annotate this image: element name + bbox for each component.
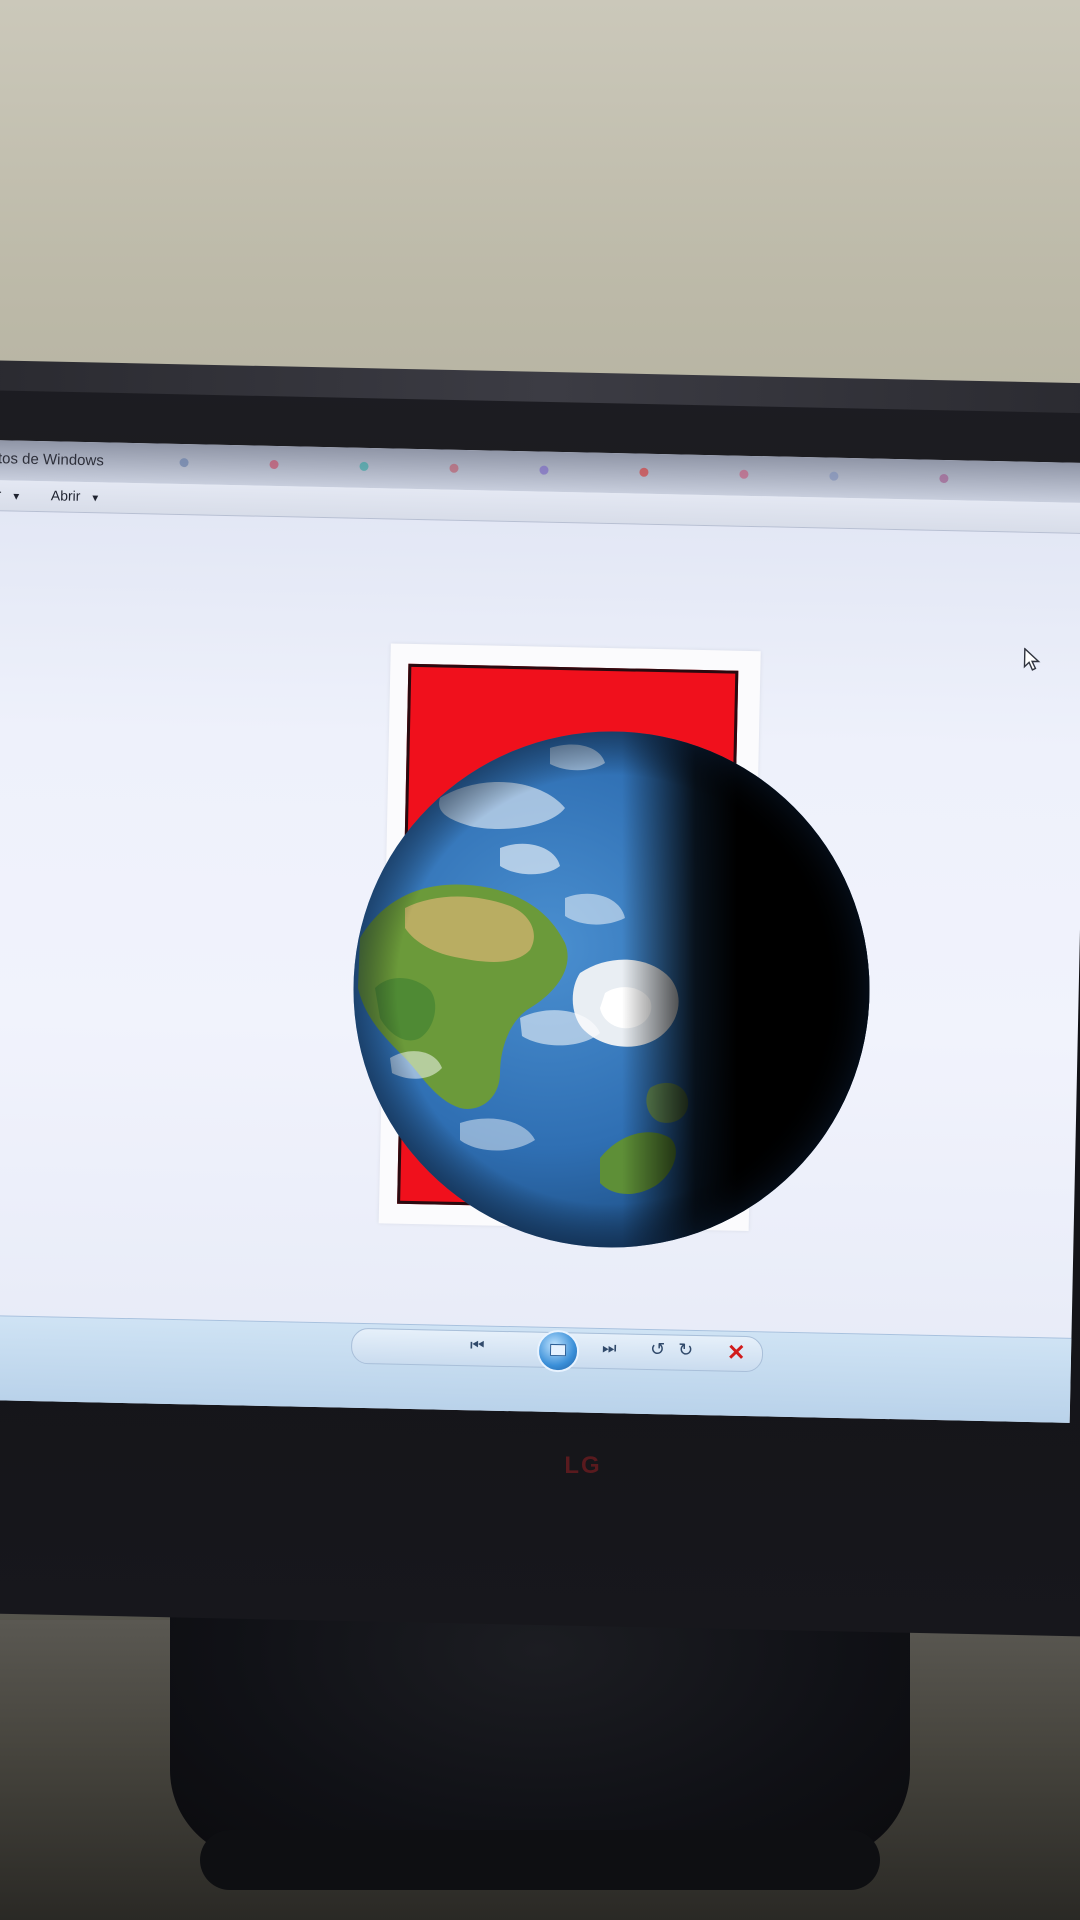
rotate-clockwise-icon[interactable]: ↻ <box>678 1340 694 1360</box>
tray-dot <box>939 473 949 484</box>
rotate-counterclockwise-icon[interactable]: ↺ <box>650 1339 666 1359</box>
tray-dot <box>269 459 279 470</box>
monitor-brand-logo: LG <box>564 1452 602 1479</box>
menu-item-label: Abrir <box>50 487 81 504</box>
monitor-stand-base <box>200 1830 880 1890</box>
mouse-cursor-icon <box>1023 647 1041 671</box>
tray-dot <box>639 467 649 477</box>
slideshow-play-button[interactable] <box>536 1329 580 1373</box>
menu-item-label: ar <box>0 486 1 502</box>
menu-item-open[interactable]: Abrir ▼ <box>51 487 101 504</box>
navigation-pill: ⏮ ⏭ ↺ ↻ ✕ <box>350 1327 764 1373</box>
titlebar-tray-icons <box>179 457 1079 487</box>
tray-dot <box>449 463 459 473</box>
tray-dot <box>539 465 549 475</box>
chevron-down-icon: ▼ <box>90 493 101 505</box>
ar-earth-globe <box>353 731 870 1248</box>
tray-dot <box>359 461 369 471</box>
slideshow-play-icon <box>549 1343 567 1357</box>
delete-icon[interactable]: ✕ <box>727 1340 746 1366</box>
next-icon[interactable]: ⏭ <box>602 1339 617 1359</box>
tray-dot <box>739 469 749 479</box>
ar-camera-scene: otos de Windows ar ▼ Abrir ▼ <box>0 0 1080 1920</box>
tray-dot <box>179 457 189 468</box>
previous-icon[interactable]: ⏮ <box>470 1336 485 1356</box>
tray-dot <box>829 471 839 481</box>
menu-item-share[interactable]: ar ▼ <box>0 486 21 503</box>
chevron-down-icon: ▼ <box>11 491 22 503</box>
window-title: otos de Windows <box>0 449 104 470</box>
